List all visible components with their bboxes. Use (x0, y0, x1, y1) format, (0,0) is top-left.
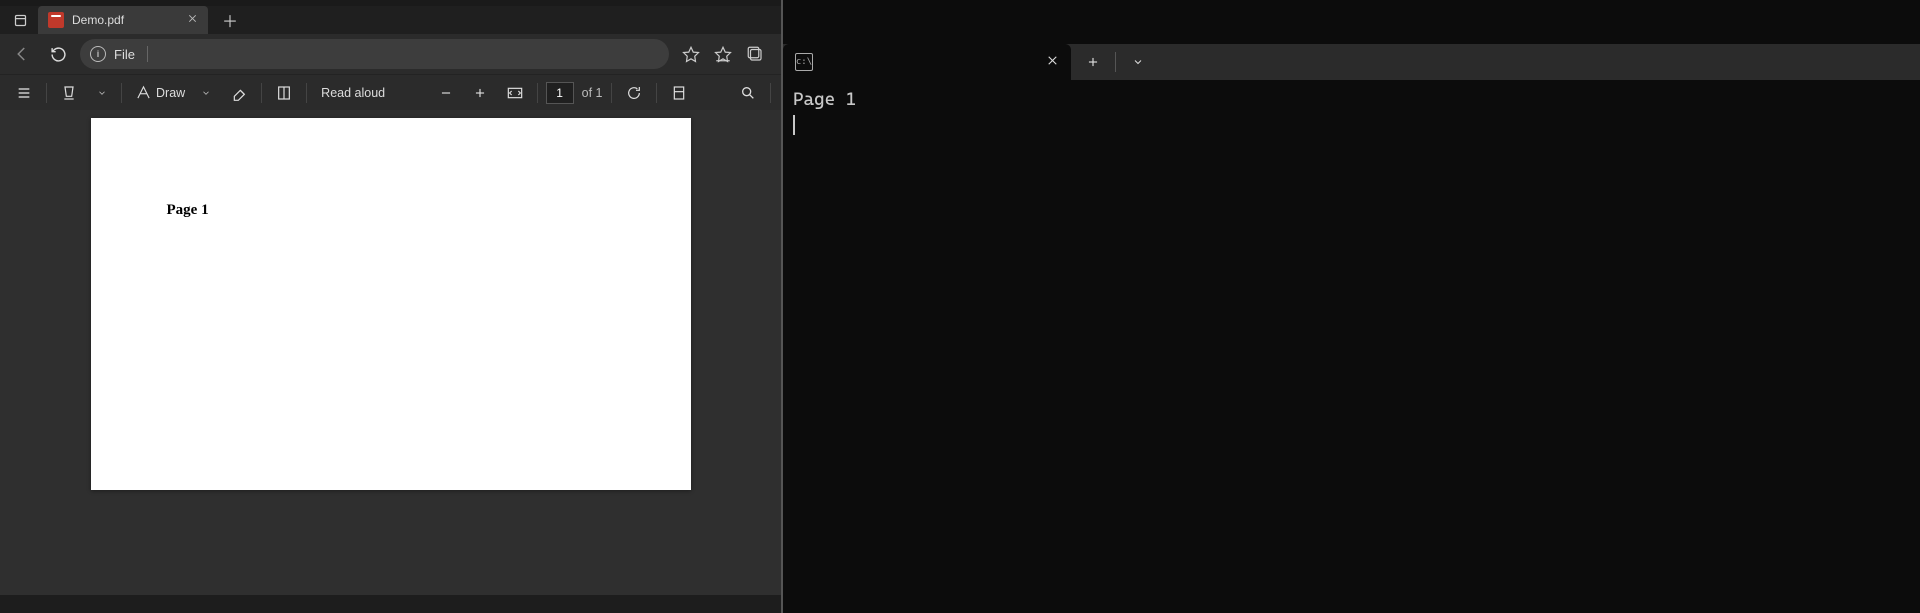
address-actions (677, 40, 769, 68)
tab-strip: Demo.pdf ＋ (0, 0, 781, 34)
separator (121, 83, 122, 103)
tab-title: Demo.pdf (72, 13, 124, 27)
terminal-tab-actions (1071, 44, 1160, 80)
highlight-dropdown-icon[interactable] (91, 79, 113, 107)
read-aloud-button[interactable]: Read aloud (315, 79, 391, 107)
terminal-cursor-line (793, 112, 1910, 136)
close-terminal-tab-icon[interactable] (1046, 54, 1059, 70)
zoom-in-icon[interactable] (467, 79, 493, 107)
fit-icon[interactable] (501, 79, 529, 107)
highlight-icon[interactable] (55, 79, 83, 107)
zoom-out-icon[interactable] (433, 79, 459, 107)
browser-tab[interactable]: Demo.pdf (38, 6, 208, 34)
terminal-window: c:\ Page 1 (783, 0, 1920, 613)
back-button[interactable] (8, 40, 36, 68)
erase-icon[interactable] (225, 79, 253, 107)
draw-dropdown-icon[interactable] (195, 79, 217, 107)
new-tab-button[interactable]: ＋ (216, 6, 244, 34)
search-icon[interactable] (734, 79, 762, 107)
cursor-icon (793, 115, 795, 135)
info-icon[interactable]: i (90, 46, 106, 62)
terminal-top-spacer (783, 0, 1920, 44)
page-layout-icon[interactable] (665, 79, 693, 107)
pdf-icon (48, 12, 64, 28)
pdf-viewport[interactable]: Page 1 (0, 110, 781, 595)
terminal-line: Page 1 (793, 88, 1910, 112)
collections-icon[interactable] (741, 40, 769, 68)
address-bar[interactable]: i File (80, 39, 669, 69)
favorites-icon[interactable] (709, 40, 737, 68)
favorite-star-icon[interactable] (677, 40, 705, 68)
close-tab-icon[interactable] (187, 13, 198, 27)
new-terminal-tab-button[interactable] (1077, 48, 1109, 76)
draw-label: Draw (156, 86, 185, 100)
page-view-icon[interactable] (270, 79, 298, 107)
page-number-input[interactable] (546, 82, 574, 104)
separator (656, 83, 657, 103)
separator (46, 83, 47, 103)
pdf-page: Page 1 (91, 118, 691, 490)
cmd-icon: c:\ (795, 53, 813, 71)
tab-actions-icon[interactable] (6, 6, 34, 34)
page-heading: Page 1 (167, 202, 615, 219)
rotate-icon[interactable] (620, 79, 648, 107)
pdf-toolbar: Draw Read aloud of 1 (0, 74, 781, 110)
address-bar-row: i File (0, 34, 781, 74)
terminal-tabbar: c:\ (783, 44, 1920, 80)
contents-icon[interactable] (10, 79, 38, 107)
draw-button[interactable]: Draw (130, 79, 191, 107)
terminal-body[interactable]: Page 1 (783, 80, 1920, 613)
refresh-button[interactable] (44, 40, 72, 68)
page-count-label: of 1 (582, 86, 603, 100)
terminal-dropdown-icon[interactable] (1122, 48, 1154, 76)
address-divider (147, 46, 148, 62)
read-aloud-label: Read aloud (321, 86, 385, 100)
separator (611, 83, 612, 103)
separator (770, 83, 771, 103)
browser-footer (0, 595, 781, 613)
separator (261, 83, 262, 103)
separator (306, 83, 307, 103)
browser-window: Demo.pdf ＋ i File (0, 0, 783, 613)
separator (1115, 52, 1116, 72)
separator (537, 83, 538, 103)
draw-group: Draw (130, 79, 217, 107)
terminal-tab[interactable]: c:\ (783, 44, 1071, 80)
address-text: File (114, 47, 135, 62)
